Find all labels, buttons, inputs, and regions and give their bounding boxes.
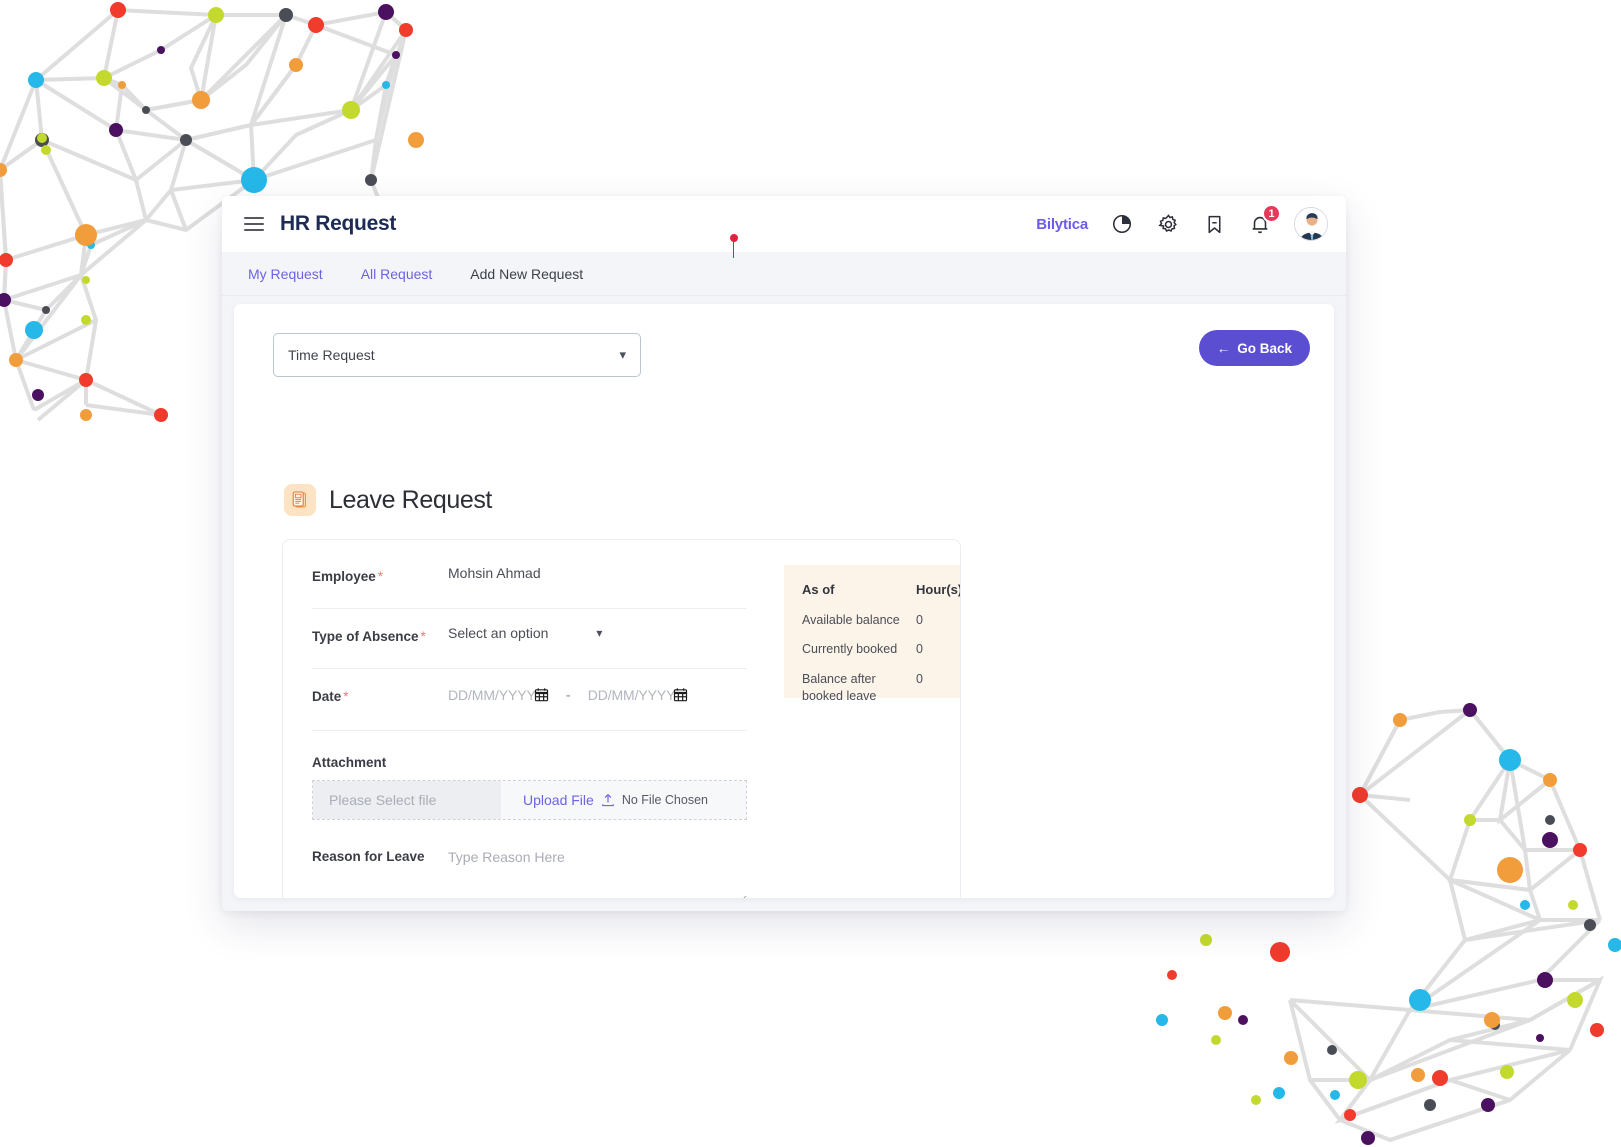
leave-request-form-card: Employee * Mohsin Ahmad Type of Absence * …: [282, 539, 961, 898]
balance-row-label: Balance after booked leave: [802, 672, 877, 704]
date-start-input[interactable]: DD/MM/YYYY: [448, 687, 549, 703]
balance-row-value: 0: [916, 642, 923, 657]
section-header: Leave Request: [284, 484, 492, 516]
absence-value: Select an option: [448, 625, 549, 641]
app-window: HR Request Bilytica 1 My Request All Req…: [222, 196, 1346, 911]
tab-add-new-request[interactable]: Add New Request: [470, 266, 583, 282]
reason-textarea[interactable]: Type Reason Here: [448, 845, 565, 865]
bookmark-icon[interactable]: [1202, 212, 1226, 236]
go-back-button[interactable]: ← Go Back: [1198, 330, 1310, 366]
pie-chart-icon[interactable]: [1110, 212, 1134, 236]
balance-row-label: Currently booked: [802, 642, 898, 657]
date-label: Date *: [312, 689, 349, 704]
no-file-chosen-text: No File Chosen: [621, 793, 708, 807]
app-topbar: HR Request Bilytica 1: [222, 196, 1346, 252]
required-marker: *: [377, 569, 384, 584]
attachment-label: Attachment: [312, 755, 387, 770]
absence-label: Type of Absence *: [312, 629, 426, 644]
employee-label: Employee *: [312, 569, 384, 584]
page-title: HR Request: [280, 212, 397, 235]
calendar-icon[interactable]: [534, 687, 549, 702]
attachment-block: Attachment Please Select file Upload Fil…: [312, 755, 747, 820]
balance-col-unit: Hour(s): [916, 582, 961, 597]
upload-file-link[interactable]: Upload File: [523, 792, 594, 808]
date-end-placeholder: DD/MM/YYYY: [587, 686, 676, 703]
reason-label: Reason for Leave: [312, 849, 425, 864]
gear-icon[interactable]: [1156, 212, 1180, 236]
balance-col-label: As of: [802, 582, 835, 597]
balance-row-value: 0: [916, 672, 923, 687]
tab-my-request[interactable]: My Request: [248, 266, 323, 282]
tab-all-request[interactable]: All Request: [361, 266, 433, 282]
required-marker: *: [343, 689, 349, 704]
leave-document-icon: [284, 484, 316, 516]
employee-value: Mohsin Ahmad: [448, 565, 541, 581]
screenshot-root: HR Request Bilytica 1 My Request All Req…: [0, 0, 1621, 1147]
absence-select[interactable]: Select an option ▾: [448, 625, 602, 641]
leave-balance-panel: As of Hour(s) Available balance 0 Curren…: [784, 565, 961, 703]
upload-icon[interactable]: [601, 793, 615, 807]
bell-icon[interactable]: 1: [1248, 204, 1281, 236]
content-card: Time Request ▾ ← Go Back Leave Request E…: [234, 304, 1334, 898]
upload-area[interactable]: Upload File No File Chosen: [501, 781, 746, 819]
avatar[interactable]: [1294, 207, 1328, 241]
field-row-reason: Reason for Leave Type Reason Here: [312, 845, 747, 898]
required-marker: *: [420, 629, 426, 644]
date-start-placeholder: DD/MM/YYYY: [448, 686, 536, 703]
date-end-input[interactable]: DD/MM/YYYY: [588, 687, 689, 703]
section-title: Leave Request: [329, 485, 492, 514]
arrow-left-icon: ←: [1216, 340, 1231, 356]
textarea-resize-grip[interactable]: [737, 895, 747, 898]
balance-row: Available balance 0: [802, 612, 942, 629]
brand-label: Bilytica: [1036, 215, 1088, 233]
chevron-down-icon: ▾: [619, 347, 626, 362]
request-type-value: Time Request: [288, 347, 375, 363]
date-separator: -: [565, 687, 571, 704]
field-row-absence: Type of Absence * Select an option ▾: [312, 625, 747, 669]
balance-header-row: As of Hour(s): [802, 581, 961, 599]
tab-strip: My Request All Request Add New Request: [222, 234, 1346, 296]
notification-badge: 1: [1262, 204, 1281, 223]
request-type-select[interactable]: Time Request ▾: [273, 333, 641, 377]
chevron-down-icon: ▾: [596, 626, 603, 640]
go-back-label: Go Back: [1237, 340, 1292, 356]
attachment-box: Please Select file Upload File No File C…: [312, 780, 747, 820]
tab-marker-pin: [729, 234, 738, 258]
balance-row-label: Available balance: [802, 612, 900, 627]
balance-row: Currently booked 0: [802, 641, 942, 658]
hamburger-icon[interactable]: [244, 217, 264, 231]
field-row-employee: Employee * Mohsin Ahmad: [312, 565, 747, 609]
topbar-actions: Bilytica 1: [1036, 204, 1328, 241]
calendar-icon[interactable]: [673, 687, 688, 702]
balance-row-value: 0: [916, 612, 923, 627]
balance-row: Balance after booked leave 0: [802, 671, 942, 705]
field-row-date: Date * DD/MM/YYYY - DD/MM/YYYY: [312, 685, 747, 731]
file-name-display: Please Select file: [313, 781, 501, 819]
